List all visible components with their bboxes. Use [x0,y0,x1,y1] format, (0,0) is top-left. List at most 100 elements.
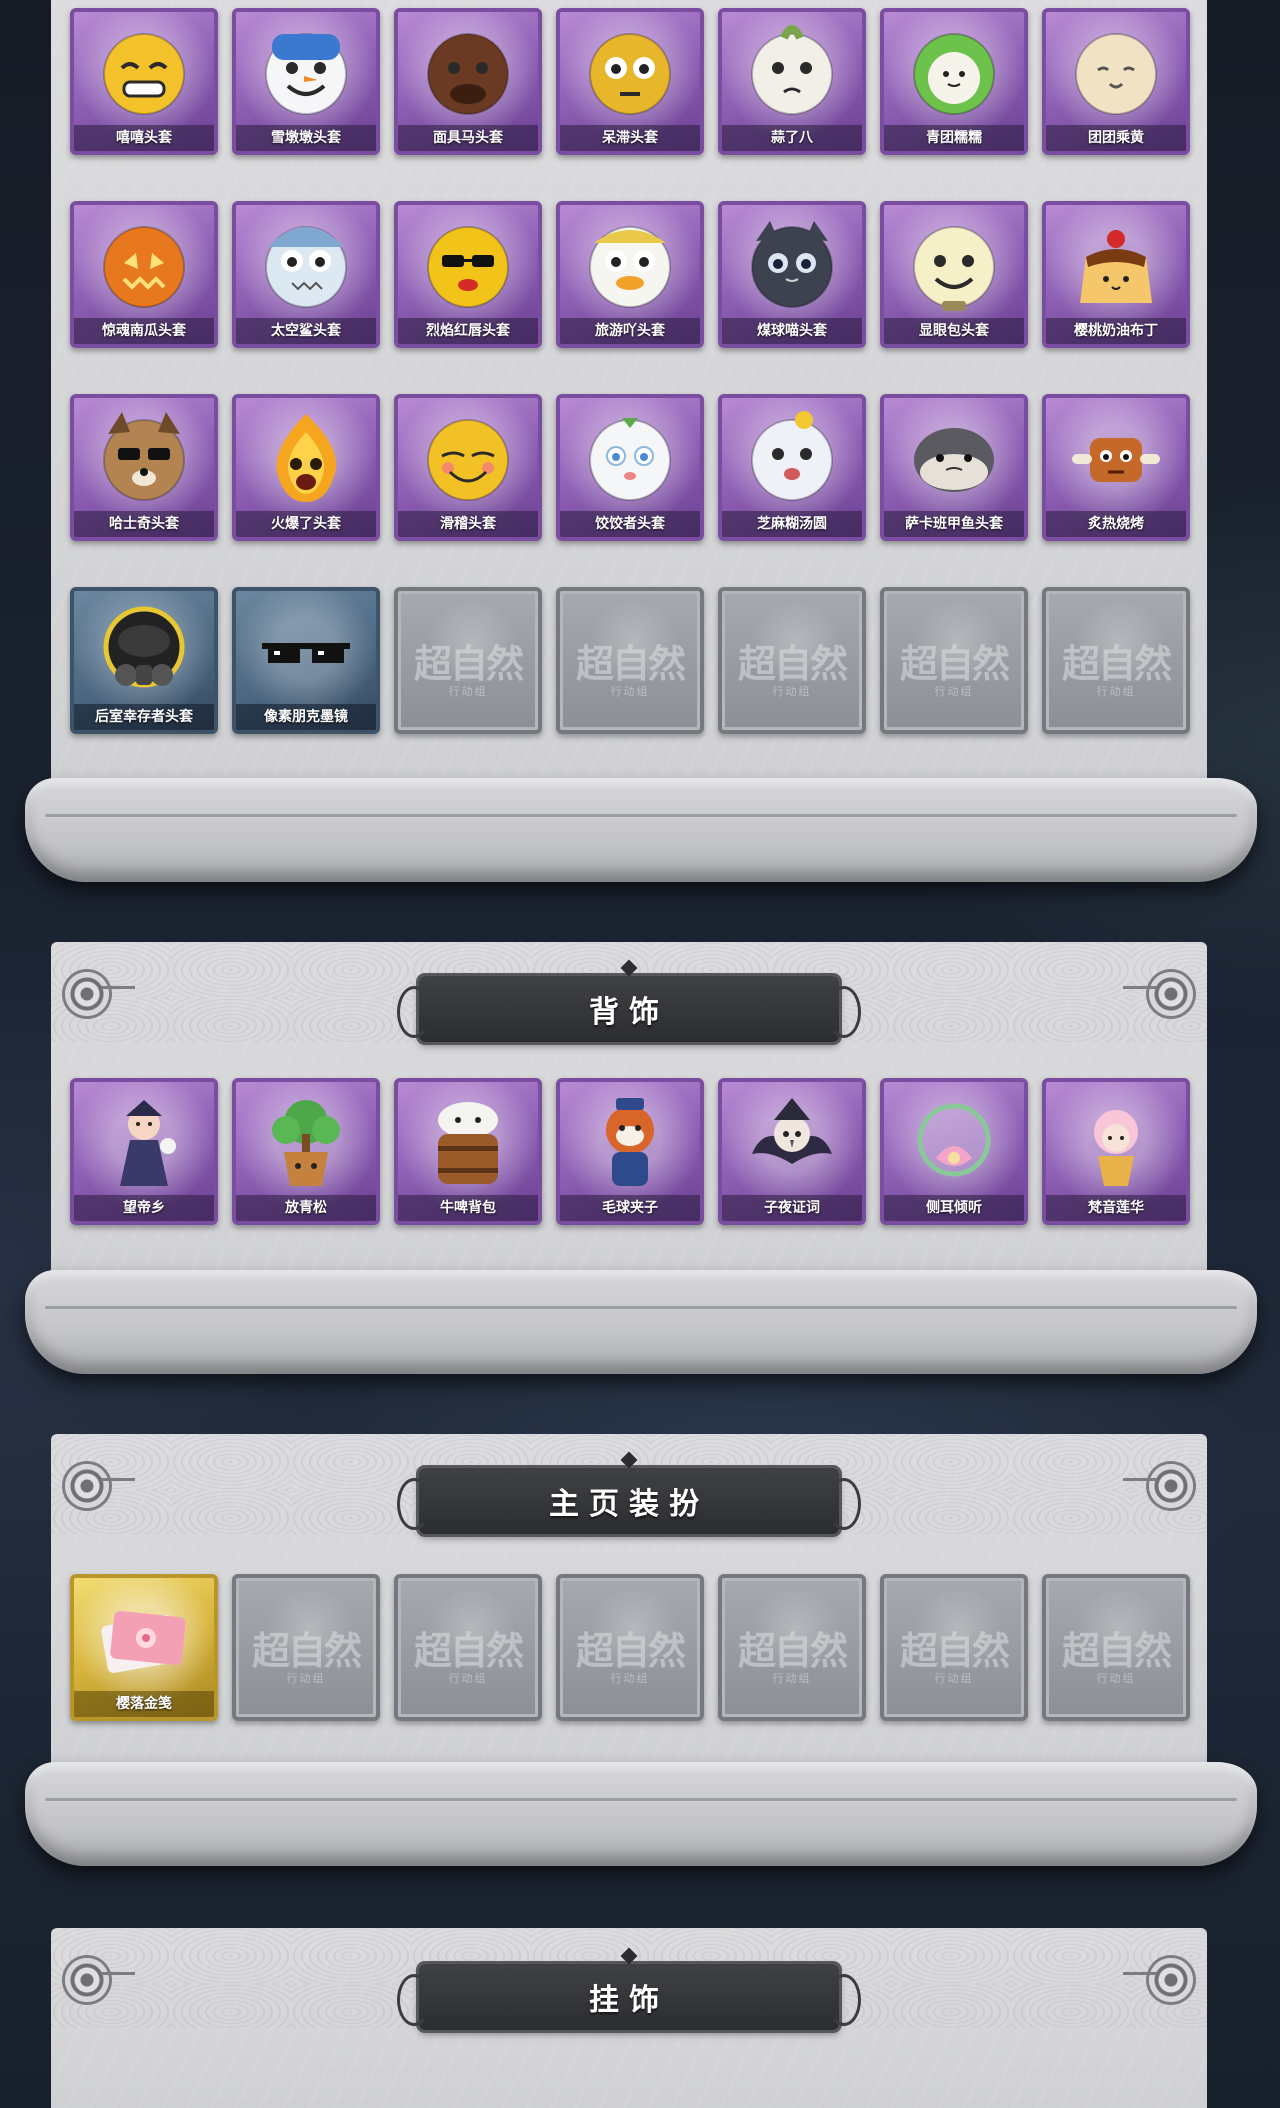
horse-mask-icon [413,22,523,122]
item-card[interactable]: 哈士奇头套 [70,394,218,541]
locked-item-card[interactable]: 超自然 行动组 [232,1574,380,1721]
corner-emblem-right-icon [1123,972,1193,1016]
dumpling-icon [575,408,685,508]
sunglasses-mascot-icon [413,215,523,315]
locked-item-card[interactable]: 超自然 行动组 [394,587,542,734]
item-card[interactable]: 滑稽头套 [394,394,542,541]
item-card[interactable]: 面具马头套 [394,8,542,155]
homepage-section-title: 主页装扮 [549,1487,709,1522]
locked-watermark-sub: 行动组 [448,1672,488,1685]
flame-icon [251,408,361,508]
item-card[interactable]: 太空鲨头套 [232,201,380,348]
locked-watermark-sub: 行动组 [286,1672,326,1685]
red-panda-icon [575,1092,685,1192]
item-card[interactable]: 显眼包头套 [880,201,1028,348]
item-label: 团团乘黄 [1046,125,1186,151]
item-label: 青团糯糯 [884,125,1024,151]
headwear-panel-scroll [25,778,1257,882]
item-card[interactable]: 望帝乡 [70,1078,218,1225]
item-label: 呆滞头套 [560,125,700,151]
locked-watermark: 超自然 [1061,1628,1172,1673]
item-card[interactable]: 子夜证词 [718,1078,866,1225]
item-card[interactable]: 火爆了头套 [232,394,380,541]
blank-face-icon [575,22,685,122]
locked-item-card[interactable]: 超自然 行动组 [394,1574,542,1721]
garlic-icon [737,22,847,122]
gas-mask-icon [89,601,199,701]
locked-watermark: 超自然 [1061,641,1172,686]
locked-item-card[interactable]: 超自然 行动组 [718,1574,866,1721]
locked-watermark: 超自然 [899,1628,1010,1673]
green-bun-icon [899,22,1009,122]
item-card[interactable]: 惊魂南瓜头套 [70,201,218,348]
item-card[interactable]: 像素朋克墨镜 [232,587,380,734]
item-card[interactable]: 梵音莲华 [1042,1078,1190,1225]
item-card[interactable]: 樱桃奶油布丁 [1042,201,1190,348]
pixel-sunglasses-icon [251,601,361,701]
locked-item-card[interactable]: 超自然 行动组 [880,1574,1028,1721]
item-label: 火爆了头套 [236,511,376,537]
item-card[interactable]: 樱落金笺 [70,1574,218,1721]
item-label: 炙热烧烤 [1046,511,1186,537]
locked-watermark-sub: 行动组 [934,685,974,698]
item-card[interactable]: 后室幸存者头套 [70,587,218,734]
item-label: 蒜了八 [722,125,862,151]
locked-item-card[interactable]: 超自然 行动组 [1042,587,1190,734]
item-card[interactable]: 煤球喵头套 [718,201,866,348]
locked-item-card[interactable]: 超自然 行动组 [880,587,1028,734]
item-label: 侧耳倾听 [884,1195,1024,1221]
backpack-panel-scroll [25,1270,1257,1374]
item-card[interactable]: 炙热烧烤 [1042,394,1190,541]
item-card[interactable]: 团团乘黄 [1042,8,1190,155]
item-label: 毛球夹子 [560,1195,700,1221]
backpack-section-banner: 背饰 [397,959,861,1042]
item-label: 惊魂南瓜头套 [74,318,214,344]
item-card[interactable]: 毛球夹子 [556,1078,704,1225]
item-label: 滑稽头套 [398,511,538,537]
fluffy-creature-icon [1061,22,1171,122]
item-card[interactable]: 牛啤背包 [394,1078,542,1225]
item-card[interactable]: 侧耳倾听 [880,1078,1028,1225]
duck-hat-icon [575,215,685,315]
locked-watermark: 超自然 [737,1628,848,1673]
corner-emblem-right-icon [1123,1958,1193,2002]
locked-watermark: 超自然 [575,641,686,686]
locked-item-card[interactable]: 超自然 行动组 [1042,1574,1190,1721]
item-card[interactable]: 放青松 [232,1078,380,1225]
item-card[interactable]: 旅游吖头套 [556,201,704,348]
item-card[interactable]: 饺饺者头套 [556,394,704,541]
item-label: 望帝乡 [74,1195,214,1221]
item-card[interactable]: 青团糯糯 [880,8,1028,155]
backpack-panel: 背饰 望帝乡 放青松 牛啤背包 毛球夹子 子夜证词 侧耳倾听 梵音莲华 [51,942,1207,1288]
item-card[interactable]: 蒜了八 [718,8,866,155]
headwear-panel: 嘻嘻头套 雪墩墩头套 面具马头套 呆滞头套 蒜了八 青团糯糯 团团乘黄 惊魂南瓜… [51,0,1207,790]
locked-watermark-sub: 行动组 [610,1672,650,1685]
item-card[interactable]: 嘻嘻头套 [70,8,218,155]
beer-barrel-cow-icon [413,1092,523,1192]
crow-doll-icon [737,1092,847,1192]
locked-item-card[interactable]: 超自然 行动组 [556,587,704,734]
grilled-meat-icon [1061,408,1171,508]
locked-item-card[interactable]: 超自然 行动组 [718,587,866,734]
shark-icon [251,215,361,315]
item-label: 哈士奇头套 [74,511,214,537]
lotus-wreath-icon [899,1092,1009,1192]
item-label: 梵音莲华 [1046,1195,1186,1221]
item-label: 雪墩墩头套 [236,125,376,151]
item-card[interactable]: 烈焰红唇头套 [394,201,542,348]
item-card[interactable]: 萨卡班甲鱼头套 [880,394,1028,541]
locked-watermark-sub: 行动组 [1096,1672,1136,1685]
item-label: 像素朋克墨镜 [236,704,376,730]
item-card[interactable]: 雪墩墩头套 [232,8,380,155]
bonsai-pot-icon [251,1092,361,1192]
item-card[interactable]: 呆滞头套 [556,8,704,155]
snowman-icon [251,22,361,122]
pumpkin-icon [89,215,199,315]
locked-item-card[interactable]: 超自然 行动组 [556,1574,704,1721]
locked-watermark-sub: 行动组 [1096,685,1136,698]
item-label: 旅游吖头套 [560,318,700,344]
pendant-section-title: 挂饰 [589,1983,669,2018]
husky-icon [89,408,199,508]
corner-emblem-left-icon [65,1958,135,2002]
item-card[interactable]: 芝麻糊汤圆 [718,394,866,541]
